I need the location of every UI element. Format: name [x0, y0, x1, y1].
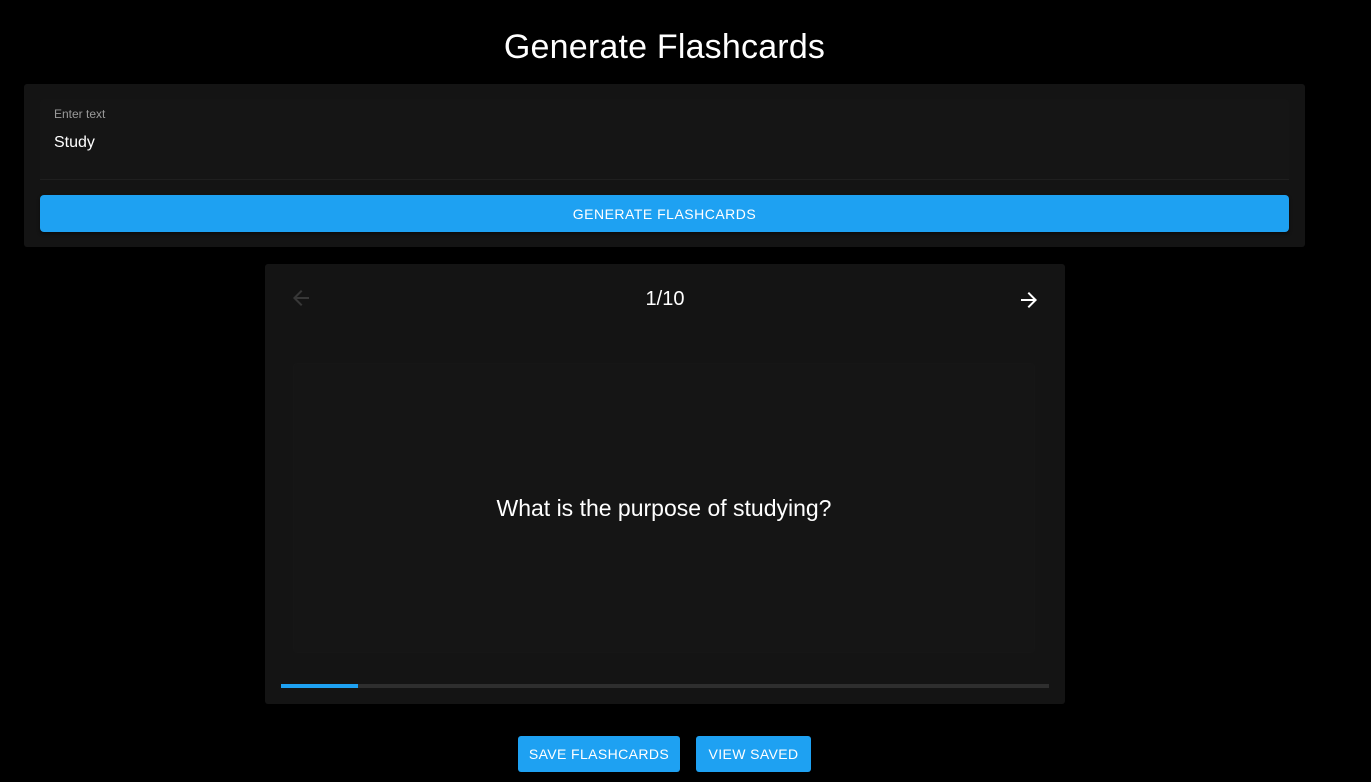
view-saved-button[interactable]: VIEW SAVED	[696, 736, 811, 772]
flashcard[interactable]: What is the purpose of studying?	[294, 364, 1034, 652]
text-input[interactable]	[54, 134, 1274, 152]
generate-flashcards-button[interactable]: GENERATE FLASHCARDS	[40, 195, 1289, 232]
save-flashcards-button[interactable]: SAVE FLASHCARDS	[518, 736, 680, 772]
flashcard-panel: 1/10 What is the purpose of studying?	[265, 264, 1065, 704]
card-counter: 1/10	[645, 288, 685, 310]
flashcard-question: What is the purpose of studying?	[496, 494, 832, 521]
input-panel: Enter text GENERATE FLASHCARDS	[24, 84, 1305, 247]
progress-bar	[281, 684, 1049, 688]
arrow-right-icon[interactable]	[1017, 288, 1041, 312]
page: Generate Flashcards Enter text GENERATE …	[0, 0, 1371, 782]
progress-bar-fill	[281, 684, 358, 688]
text-input-label: Enter text	[54, 107, 106, 121]
text-input-field[interactable]: Enter text	[40, 99, 1289, 180]
page-title: Generate Flashcards	[503, 28, 826, 66]
